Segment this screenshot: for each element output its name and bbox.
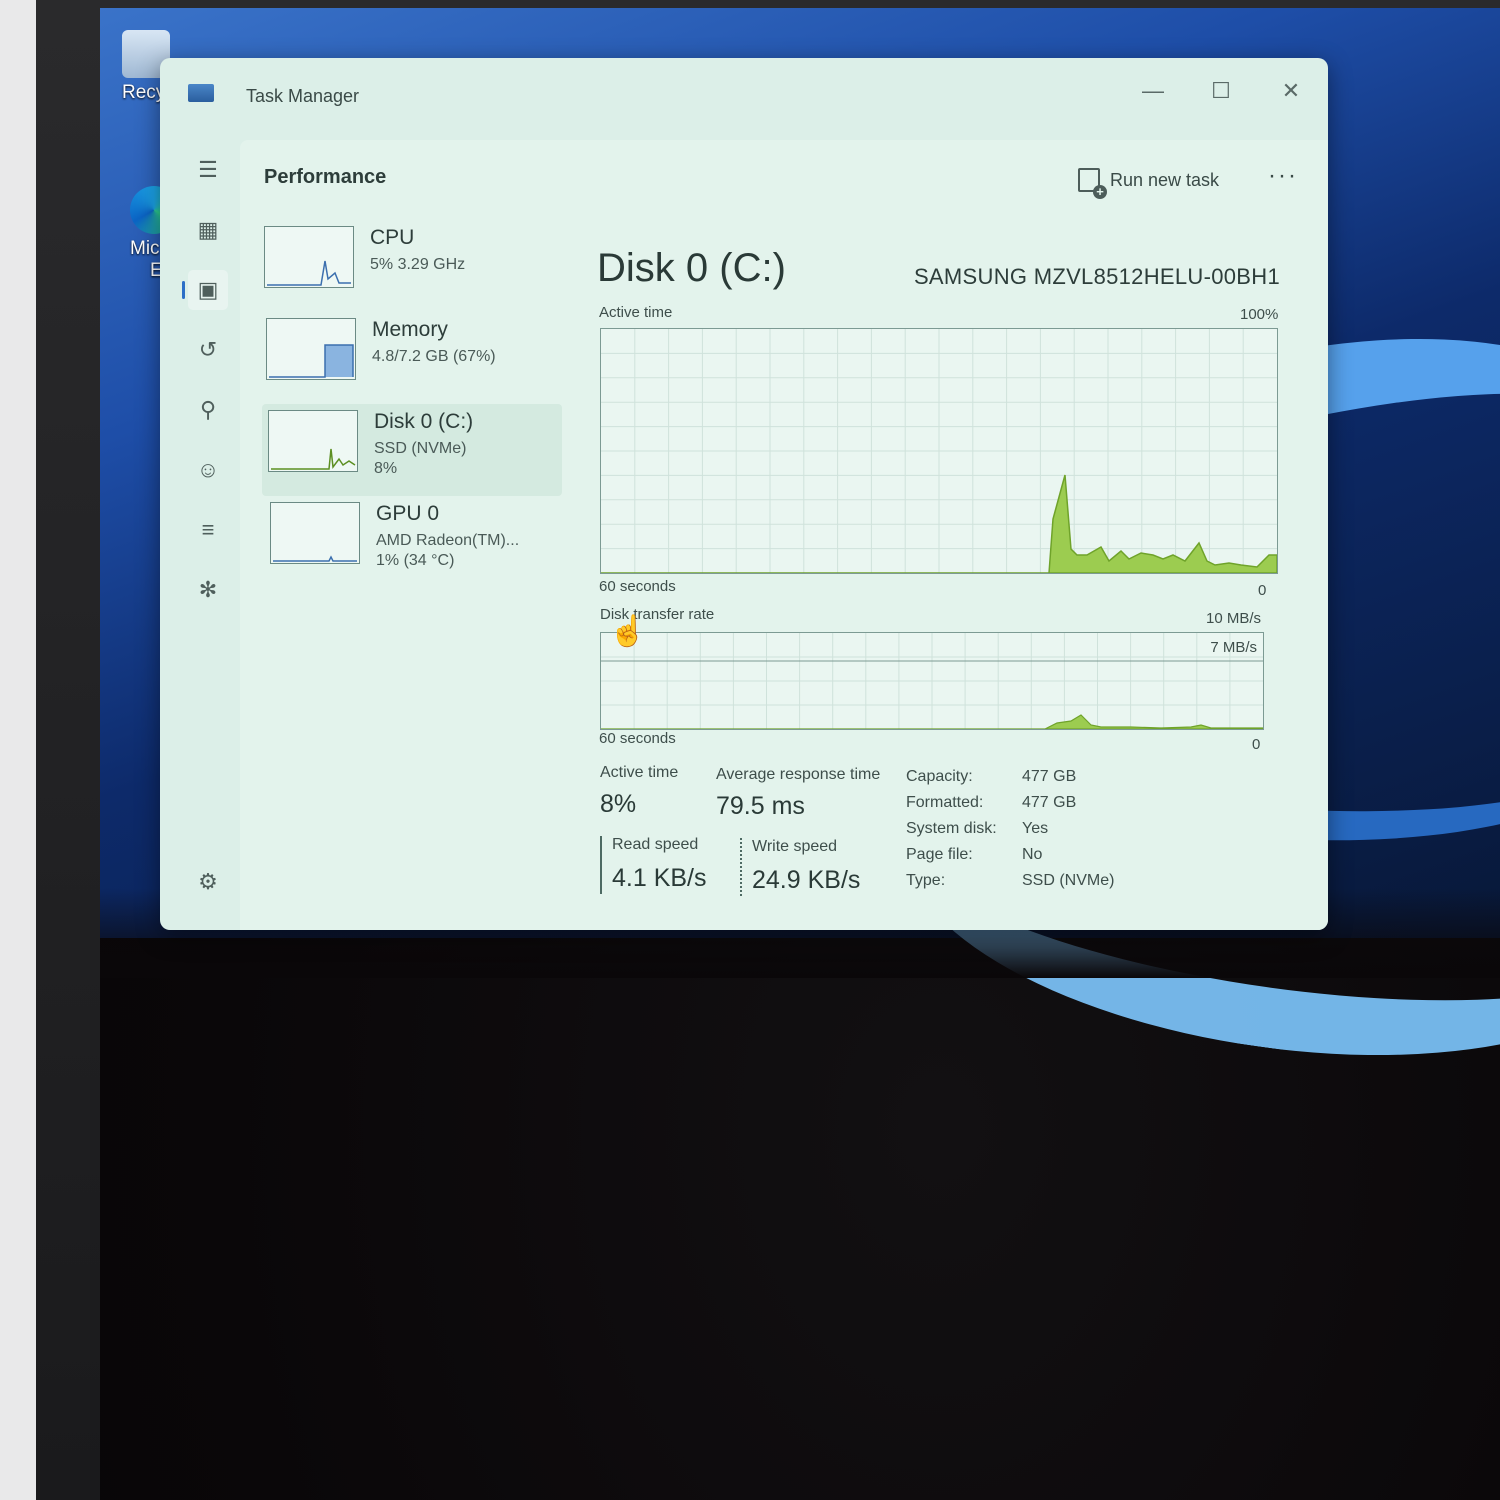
close-button[interactable]: ✕ [1268, 68, 1314, 114]
device-subtitle: 5% 3.29 GHz [370, 256, 466, 273]
device-thumbnail-graph [270, 502, 360, 564]
background-wall [0, 0, 36, 1500]
transfer-graph-line-label: 7 MB/s [1210, 639, 1257, 656]
device-thumbnail-graph [264, 226, 354, 288]
active-time-stat-label: Active time [600, 764, 679, 781]
property-key: Capacity: [906, 768, 973, 785]
device-subtitle-2: 1% (34 °C) [376, 552, 455, 569]
task-manager-window: Task Manager — ☐ ✕ ☰ ▦ ▣ ↺ ⚲ ☺ ≡ ✻ ⚙ Performance… [160, 58, 1328, 930]
write-speed-indicator [740, 838, 742, 896]
title-bar[interactable]: Task Manager — ☐ ✕ [160, 58, 1328, 130]
run-new-task-label: Run new task [1110, 169, 1220, 190]
device-thumbnail-graph [268, 410, 358, 472]
page-title: Performance [264, 166, 387, 188]
device-name: Memory [372, 318, 448, 341]
transfer-graph-span: 60 seconds [599, 730, 676, 747]
disk-model: SAMSUNG MZVL8512HELU-00BH1 [913, 264, 1280, 289]
startup-apps-icon[interactable]: ⚲ [188, 390, 228, 430]
device-list: CPU 5% 3.29 GHz Memory 4.8/7.2 GB (67%) Disk… [258, 220, 562, 588]
property-value: SSD (NVMe) [1022, 872, 1115, 889]
device-item-3[interactable]: GPU 0 AMD Radeon(TM)... 1% (34 °C) [264, 496, 564, 588]
device-subtitle: SSD (NVMe) [374, 440, 467, 457]
avg-response-label: Average response time [716, 766, 881, 783]
details-icon[interactable]: ≡ [188, 510, 228, 550]
run-task-icon [1078, 168, 1107, 199]
users-icon[interactable]: ☺ [188, 450, 228, 490]
read-speed-indicator [600, 836, 602, 894]
device-subtitle-2: 8% [374, 460, 398, 477]
active-time-graph-span: 60 seconds [599, 578, 676, 595]
active-time-graph-min: 0 [1258, 582, 1267, 599]
disk-title: Disk 0 (C:) [597, 246, 786, 290]
write-speed-value: 24.9 KB/s [752, 866, 861, 894]
minimize-button[interactable]: — [1130, 68, 1176, 114]
device-subtitle: AMD Radeon(TM)... [376, 532, 520, 549]
transfer-graph-max: 10 MB/s [1206, 610, 1262, 627]
property-key: Type: [906, 872, 946, 889]
active-time-stat-value: 8% [600, 790, 637, 818]
property-value: No [1022, 846, 1043, 863]
active-time-graph [600, 328, 1278, 574]
device-name: CPU [370, 226, 415, 249]
property-key: Formatted: [906, 794, 984, 811]
property-value: Yes [1022, 820, 1049, 837]
property-value: 477 GB [1022, 794, 1077, 811]
transfer-rate-graph: 7 MB/s [600, 632, 1264, 730]
device-item-1[interactable]: Memory 4.8/7.2 GB (67%) [260, 312, 560, 404]
write-speed-label: Write speed [752, 838, 838, 855]
task-manager-app-icon [188, 84, 214, 102]
device-item-0[interactable]: CPU 5% 3.29 GHz [258, 220, 558, 312]
processes-icon[interactable]: ▦ [188, 210, 228, 250]
active-time-graph-label: Active time [599, 304, 673, 321]
active-time-chart [601, 329, 1278, 574]
hand-cursor-icon: ☝ [609, 615, 647, 648]
hamburger-menu-icon[interactable]: ☰ [188, 150, 228, 190]
navigation-rail: ☰ ▦ ▣ ↺ ⚲ ☺ ≡ ✻ ⚙ [182, 150, 238, 910]
more-options-button[interactable]: ··· [1268, 162, 1298, 190]
transfer-graph-min: 0 [1252, 736, 1261, 753]
property-key: System disk: [906, 820, 997, 837]
app-history-icon[interactable]: ↺ [188, 330, 228, 370]
device-item-2[interactable]: Disk 0 (C:) SSD (NVMe) 8% [262, 404, 562, 496]
avg-response-value: 79.5 ms [716, 792, 805, 820]
device-name: Disk 0 (C:) [374, 410, 474, 433]
device-subtitle: 4.8/7.2 GB (67%) [372, 348, 496, 365]
read-speed-label: Read speed [612, 836, 699, 853]
settings-icon[interactable]: ⚙ [188, 862, 228, 902]
property-value: 477 GB [1022, 768, 1077, 785]
performance-page: Performance Run new task ··· CPU 5% 3.29 … [240, 140, 1328, 930]
transfer-rate-chart [601, 633, 1264, 730]
window-title: Task Manager [246, 86, 360, 106]
active-time-graph-max: 100% [1240, 306, 1279, 323]
services-icon[interactable]: ✻ [188, 570, 228, 610]
property-key: Page file: [906, 846, 973, 863]
device-name: GPU 0 [376, 502, 440, 525]
performance-icon[interactable]: ▣ [182, 270, 228, 310]
read-speed-value: 4.1 KB/s [612, 864, 707, 892]
device-thumbnail-graph [266, 318, 356, 380]
maximize-button[interactable]: ☐ [1198, 68, 1244, 114]
desktop-icon-label: Recy [122, 82, 166, 103]
run-new-task-button[interactable]: Run new task [1078, 168, 1220, 199]
